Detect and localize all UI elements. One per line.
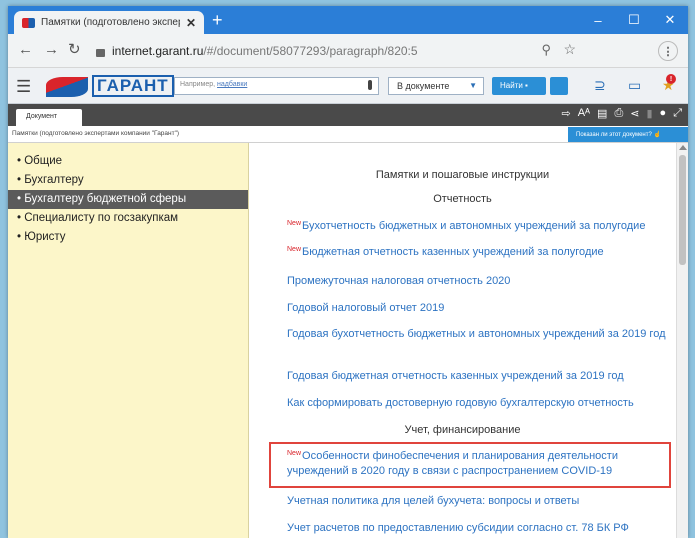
find-button[interactable]: Найти ▪ xyxy=(492,77,546,95)
export-icon[interactable]: ⇨ xyxy=(561,107,570,120)
reload-icon[interactable]: ↻ xyxy=(68,42,81,58)
browser-menu-icon[interactable]: ⋮ xyxy=(658,41,678,61)
doc-link[interactable]: Как сформировать достоверную годовую бух… xyxy=(287,396,667,411)
tab-close-icon[interactable]: ✕ xyxy=(186,16,196,30)
title-bar: Памятки (подготовлено экспер ✕ + – ☐ ✕ xyxy=(8,6,688,34)
scroll-up-icon[interactable] xyxy=(679,145,687,150)
doc-link[interactable]: Учет расчетов по предоставлению субсидии… xyxy=(287,521,667,536)
garant-logo-swoosh-icon xyxy=(46,77,88,97)
new-tab-button[interactable]: + xyxy=(212,10,223,30)
info-icon[interactable]: ● xyxy=(660,107,667,120)
minimize-icon[interactable]: – xyxy=(580,6,616,34)
lock-icon xyxy=(96,49,105,57)
browser-tab[interactable]: Памятки (подготовлено экспер ✕ xyxy=(14,11,204,34)
bookmark-icon[interactable]: ▮ xyxy=(646,107,652,120)
breadcrumb: Памятки (подготовлено экспертами компани… xyxy=(8,126,688,143)
browser-window: Памятки (подготовлено экспер ✕ + – ☐ ✕ ←… xyxy=(8,6,688,538)
save-icon[interactable]: ▤ xyxy=(597,107,607,120)
tab-document[interactable]: Документ xyxy=(16,109,82,126)
sidebar-item-general[interactable]: • Общие xyxy=(8,152,248,171)
search-scope-select[interactable]: В документе ▼ xyxy=(388,77,484,95)
doc-link[interactable]: Промежуточная налоговая отчетность 2020 xyxy=(287,274,667,289)
url-path: /#/document/58077293/paragraph/820:5 xyxy=(203,44,418,58)
section-heading: Отчетность xyxy=(433,193,492,205)
scrollbar-thumb[interactable] xyxy=(679,155,686,265)
new-badge: New xyxy=(287,246,302,253)
sidebar: • Общие • Бухгалтеру • Бухгалтеру бюджет… xyxy=(8,143,249,538)
extended-search-button[interactable] xyxy=(550,77,568,95)
bookmark-star-icon[interactable]: ☆ xyxy=(563,41,576,58)
document-tab-bar: Документ ⇨ Aᴬ ▤ ⎙ ⋖ ▮ ● ⤢ xyxy=(8,104,688,126)
zoom-icon[interactable]: ⚲ xyxy=(541,42,551,58)
doc-link[interactable]: NewБухотчетность бюджетных и автономных … xyxy=(287,219,667,234)
filter-icon[interactable]: ⊇ xyxy=(594,77,606,94)
search-example-link[interactable]: надбавки xyxy=(217,81,247,88)
document-content: Памятки и пошаговые инструкции Отчетност… xyxy=(249,143,676,538)
scrollbar[interactable] xyxy=(676,143,688,538)
garant-favicon-icon xyxy=(22,17,35,28)
microphone-icon[interactable] xyxy=(368,80,372,90)
breadcrumb-text: Памятки (подготовлено экспертами компани… xyxy=(12,130,180,137)
notification-badge[interactable]: ! xyxy=(666,74,676,84)
doc-link[interactable]: NewОсобенности финобеспечения и планиров… xyxy=(287,449,667,479)
garant-logo[interactable]: ГАРАНТ xyxy=(46,73,174,99)
tab-title: Памятки (подготовлено экспер xyxy=(41,17,180,28)
document-tools: ⇨ Aᴬ ▤ ⎙ ⋖ ▮ ● ⤢ xyxy=(561,107,682,120)
garant-toolbar: ☰ ГАРАНТ Например, надбавки В документе … xyxy=(8,68,688,104)
window-controls: – ☐ ✕ xyxy=(580,6,688,34)
compare-icon[interactable]: ▭ xyxy=(628,77,641,94)
garant-logo-text: ГАРАНТ xyxy=(92,75,174,97)
doc-link[interactable]: Учетная политика для целей бухучета: воп… xyxy=(287,494,667,509)
doc-link[interactable]: Годовой налоговый отчет 2019 xyxy=(287,301,667,316)
hamburger-menu-icon[interactable]: ☰ xyxy=(16,77,31,97)
chevron-down-icon: ▼ xyxy=(469,81,477,90)
back-icon[interactable]: ← xyxy=(18,42,33,58)
maximize-icon[interactable]: ☐ xyxy=(616,6,652,34)
feedback-button[interactable]: Показан ли этот документ? ☝ xyxy=(568,127,688,142)
url-host: internet.garant.ru xyxy=(112,44,204,58)
section-heading: Учет, финансирование xyxy=(404,424,521,436)
forward-icon[interactable]: → xyxy=(44,42,59,58)
sidebar-item-lawyer[interactable]: • Юристу xyxy=(8,228,248,247)
url-input[interactable]: internet.garant.ru/#/document/58077293/p… xyxy=(96,39,656,63)
sidebar-item-accountant[interactable]: • Бухгалтеру xyxy=(8,171,248,190)
new-badge: New xyxy=(287,450,302,457)
close-window-icon[interactable]: ✕ xyxy=(652,6,688,34)
section-heading: Памятки и пошаговые инструкции xyxy=(375,169,550,181)
share-icon[interactable]: ⋖ xyxy=(630,107,639,120)
font-size-icon[interactable]: Aᴬ xyxy=(578,107,590,120)
address-bar: ← → ↻ internet.garant.ru/#/document/5807… xyxy=(8,34,688,68)
doc-link[interactable]: Годовая бюджетная отчетность казенных уч… xyxy=(287,369,667,384)
print-icon[interactable]: ⎙ xyxy=(614,107,623,120)
sidebar-item-budget-accountant[interactable]: • Бухгалтеру бюджетной сферы xyxy=(8,190,248,209)
new-badge: New xyxy=(287,220,302,227)
doc-link[interactable]: Годовая бухотчетность бюджетных и автоно… xyxy=(287,327,667,342)
search-input[interactable]: Например, надбавки xyxy=(174,77,379,95)
doc-link[interactable]: NewБюджетная отчетность казенных учрежде… xyxy=(287,245,667,260)
sidebar-item-procurement[interactable]: • Специалисту по госзакупкам xyxy=(8,209,248,228)
expand-icon[interactable]: ⤢ xyxy=(673,107,682,120)
